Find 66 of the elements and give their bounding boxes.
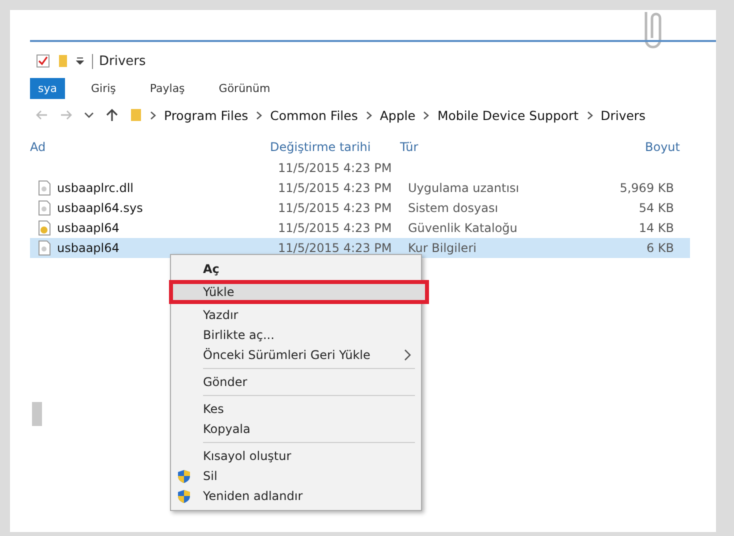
menu-item[interactable]: Aç	[171, 259, 421, 279]
breadcrumb-item[interactable]: Drivers	[600, 108, 646, 122]
file-row[interactable]: usbaapl64.sys 11/5/2015 4:23 PM Sistem dosyası 54 KB	[30, 198, 690, 218]
scrollbar-thumb[interactable]	[32, 402, 42, 426]
menu-item[interactable]: Kısayol oluştur	[171, 446, 421, 466]
chevron-right-icon[interactable]	[366, 110, 372, 120]
shield-icon	[177, 488, 191, 504]
column-header[interactable]: Değiştirme tarihi	[270, 136, 400, 158]
chevron-right-icon	[404, 349, 411, 361]
breadcrumb-item[interactable]: Mobile Device Support	[437, 108, 579, 122]
column-header[interactable]: Tür	[400, 136, 580, 158]
menu-item[interactable]: Önceki Sürümleri Geri Yükle	[171, 345, 421, 365]
breadcrumb-item[interactable]: Program Files	[164, 108, 248, 122]
file-size: 54 KB	[638, 201, 674, 215]
file-type: Kur Bilgileri	[408, 241, 476, 255]
chevron-right-icon[interactable]	[586, 110, 593, 120]
file-row[interactable]: usbaapl64 11/5/2015 4:23 PM Kur Bilgileri 6 KB	[30, 238, 690, 258]
column-header[interactable]: Ad	[30, 136, 270, 158]
modified-date: 11/5/2015 4:23 PM	[278, 181, 392, 195]
file-name: usbaapl64	[57, 221, 120, 235]
menu-item[interactable]: Yeniden adlandır	[171, 486, 421, 506]
modified-date: 11/5/2015 4:23 PM	[278, 161, 392, 175]
modified-date: 11/5/2015 4:23 PM	[278, 221, 392, 235]
ribbon-tab[interactable]: Paylaş	[142, 78, 193, 98]
file-row[interactable]: usbaaplrc.dll 11/5/2015 4:23 PM Uygulama uzantısı 5,969 KB	[30, 178, 690, 198]
file-size: 5,969 KB	[620, 181, 674, 195]
menu-item[interactable]: Kes	[171, 399, 421, 419]
file-size: 6 KB	[646, 241, 674, 255]
up-arrow-icon[interactable]	[106, 108, 118, 122]
shield-icon	[177, 468, 191, 484]
folder-icon	[130, 108, 142, 122]
properties-icon[interactable]	[36, 54, 50, 68]
ribbon-tab[interactable]: Görünüm	[210, 78, 278, 98]
modified-date: 11/5/2015 4:23 PM	[278, 201, 392, 215]
file-name: usbaapl64.sys	[57, 201, 143, 215]
ribbon-tab[interactable]: Giriş	[82, 78, 124, 98]
menu-item[interactable]: Birlikte aç...	[171, 325, 421, 345]
file-name: usbaapl64	[57, 241, 120, 255]
file-icon	[38, 200, 51, 216]
certificate-icon	[38, 220, 51, 236]
menu-item[interactable]: Gönder	[171, 372, 421, 392]
chevron-right-icon[interactable]	[256, 110, 262, 120]
file-type: Uygulama uzantısı	[408, 181, 520, 195]
menu-item[interactable]: Kopyala	[171, 419, 421, 439]
breadcrumb-item[interactable]: Common Files	[270, 108, 358, 122]
menu-item[interactable]: Sil	[171, 466, 421, 486]
chevron-right-icon[interactable]	[150, 110, 156, 120]
menu-item[interactable]: Yükle	[171, 282, 427, 302]
file-icon	[38, 240, 51, 256]
file-row[interactable]: 11/5/2015 4:23 PM	[30, 158, 690, 178]
ribbon-tab[interactable]: sya	[30, 78, 65, 98]
file-type: Sistem dosyası	[408, 201, 498, 215]
address-bar[interactable]: Program Files Common Files Apple Mobile Device Support Drivers	[130, 108, 646, 122]
chevron-right-icon[interactable]	[423, 110, 430, 120]
menu-item[interactable]: Yazdır	[171, 305, 421, 325]
file-size: 14 KB	[638, 221, 674, 235]
modified-date: 11/5/2015 4:23 PM	[278, 241, 392, 255]
file-row[interactable]: usbaapl64 11/5/2015 4:23 PM Güvenlik Kataloğu 14 KB	[30, 218, 690, 238]
dropdown-icon[interactable]	[76, 57, 84, 65]
window-title: Drivers	[92, 54, 146, 68]
breadcrumb-item[interactable]: Apple	[380, 108, 416, 122]
file-type: Güvenlik Kataloğu	[408, 221, 518, 235]
file-name: usbaaplrc.dll	[57, 181, 134, 195]
chevron-down-icon[interactable]	[84, 112, 94, 118]
file-icon	[38, 180, 51, 196]
column-header[interactable]: Boyut	[580, 136, 680, 158]
